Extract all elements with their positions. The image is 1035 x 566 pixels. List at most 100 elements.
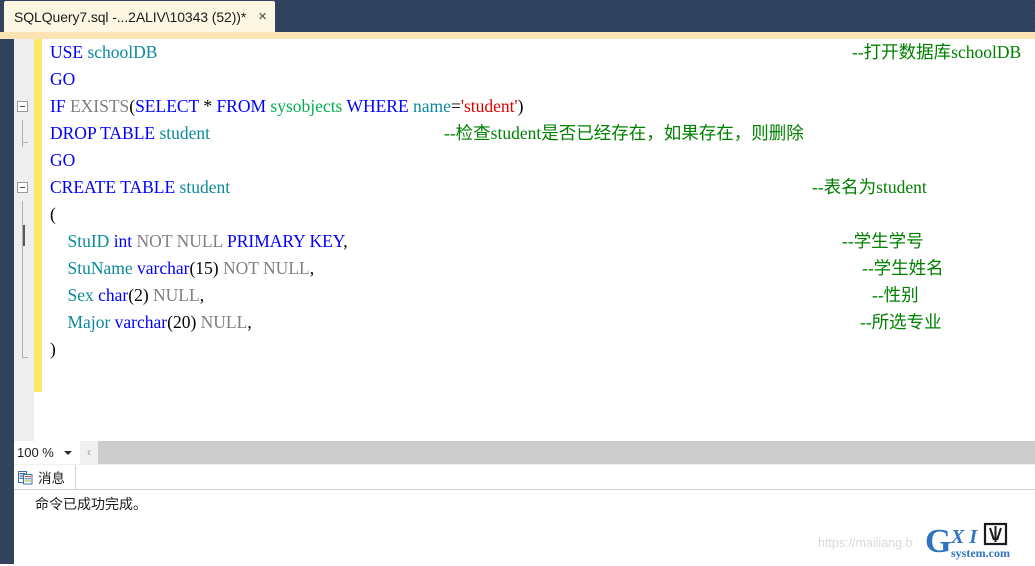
code-token: Major bbox=[67, 312, 111, 332]
svg-text:system.com: system.com bbox=[951, 546, 1010, 560]
window-left-edge bbox=[0, 39, 14, 441]
code-token: schoolDB bbox=[87, 42, 158, 62]
code-token: char bbox=[98, 285, 129, 305]
messages-output[interactable]: 命令已成功完成。 bbox=[14, 490, 1035, 564]
unsaved-change-indicator-bar bbox=[34, 39, 42, 392]
code-token: * bbox=[203, 96, 213, 116]
watermark-logo: G X I system.com bbox=[925, 521, 1033, 561]
code-line: USE schoolDB --打开数据库schoolDB bbox=[42, 39, 1035, 66]
code-line-text: StuID int NOT NULL PRIMARY KEY, bbox=[50, 228, 348, 255]
code-line-text: IF EXISTS(SELECT * FROM sysobjects WHERE… bbox=[50, 93, 524, 120]
tab-well bbox=[0, 32, 1035, 39]
code-line-text: GO bbox=[50, 147, 75, 174]
code-token: varchar bbox=[114, 312, 168, 332]
collapse-region-icon[interactable] bbox=[17, 182, 28, 193]
code-token: NOT bbox=[223, 258, 259, 278]
document-tab-title: SQLQuery7.sql -...2ALIV\10343 (52))* bbox=[14, 8, 247, 25]
editor-status-row: 100 % ‹ bbox=[0, 441, 1035, 465]
code-token: (20) bbox=[167, 312, 197, 332]
collapse-region-icon[interactable] bbox=[17, 101, 28, 112]
code-token: ) bbox=[50, 339, 56, 359]
code-comment: --打开数据库schoolDB bbox=[852, 42, 1022, 62]
code-line: IF EXISTS(SELECT * FROM sysobjects WHERE… bbox=[42, 93, 1035, 120]
scroll-left-button[interactable]: ‹ bbox=[80, 441, 98, 464]
code-token: TABLE bbox=[120, 177, 176, 197]
code-token: TABLE bbox=[100, 123, 156, 143]
code-line-text: Major varchar(20) NULL, bbox=[50, 309, 252, 336]
outlining-end-marker bbox=[22, 142, 28, 143]
code-text-area[interactable]: USE schoolDB --打开数据库schoolDB GO IF EXISTS(S… bbox=[42, 39, 1035, 441]
code-token: , bbox=[247, 312, 252, 332]
code-token: sysobjects bbox=[270, 96, 343, 116]
code-token: NULL bbox=[176, 231, 223, 251]
code-line: ) bbox=[42, 336, 1035, 363]
text-caret bbox=[23, 225, 25, 246]
watermark-url: https://mailiang.b bbox=[818, 536, 913, 550]
code-line: GO bbox=[42, 147, 1035, 174]
svg-text:X I: X I bbox=[950, 526, 978, 548]
code-token: NULL bbox=[200, 312, 248, 332]
code-line: CREATE TABLE student --表名为student bbox=[42, 174, 1035, 201]
code-line-text: DROP TABLE student bbox=[50, 120, 210, 147]
code-comment: --学生学号 bbox=[842, 231, 924, 251]
code-token: = bbox=[450, 96, 461, 116]
zoom-level-dropdown[interactable]: 100 % bbox=[14, 441, 80, 464]
code-token: 'student' bbox=[460, 96, 518, 116]
code-token: name bbox=[413, 96, 451, 116]
code-token: CREATE bbox=[50, 177, 117, 197]
code-line-text: StuName varchar(15) NOT NULL, bbox=[50, 255, 315, 282]
code-comment: --表名为student bbox=[812, 177, 927, 197]
code-line-text: USE schoolDB bbox=[50, 39, 157, 66]
zoom-level-value: 100 % bbox=[17, 445, 54, 460]
code-token: StuID bbox=[67, 231, 110, 251]
code-line: StuName varchar(15) NOT NULL, --学生姓名 bbox=[42, 255, 1035, 282]
code-token: DROP bbox=[50, 123, 97, 143]
chevron-down-icon[interactable] bbox=[64, 451, 72, 455]
code-token: , bbox=[199, 285, 205, 305]
code-token: ( bbox=[50, 204, 56, 224]
code-token: , bbox=[309, 258, 315, 278]
code-line: GO bbox=[42, 66, 1035, 93]
outlining-vertical-line bbox=[22, 309, 23, 336]
code-token: WHERE bbox=[346, 96, 409, 116]
code-token: Sex bbox=[67, 285, 94, 305]
outlining-vertical-line bbox=[22, 201, 23, 228]
code-line: ( bbox=[42, 201, 1035, 228]
code-token: SELECT bbox=[135, 96, 199, 116]
code-token: PRIMARY bbox=[226, 231, 306, 251]
code-token: (15) bbox=[189, 258, 219, 278]
code-token: int bbox=[113, 231, 133, 251]
code-token: StuName bbox=[67, 258, 133, 278]
tab-messages[interactable]: 消息 bbox=[14, 465, 76, 489]
ssms-window: SQLQuery7.sql -...2ALIV\10343 (52))* × U… bbox=[0, 0, 1035, 564]
code-comment: --所选专业 bbox=[860, 312, 942, 332]
horizontal-scrollbar[interactable] bbox=[98, 441, 1035, 464]
code-line: DROP TABLE student --检查student是否已经存在，如果存在… bbox=[42, 120, 1035, 147]
code-line: Major varchar(20) NULL, --所选专业 bbox=[42, 309, 1035, 336]
code-line: StuID int NOT NULL PRIMARY KEY, --学生学号 bbox=[42, 228, 1035, 255]
messages-icon bbox=[18, 470, 33, 485]
results-left-edge bbox=[0, 465, 14, 564]
code-token: student bbox=[159, 123, 211, 143]
code-line: Sex char(2) NULL, --性别 bbox=[42, 282, 1035, 309]
document-tab-sqlquery7[interactable]: SQLQuery7.sql -...2ALIV\10343 (52))* × bbox=[4, 1, 275, 32]
code-token: ) bbox=[517, 96, 524, 116]
close-icon[interactable]: × bbox=[258, 9, 267, 24]
code-token: (2) bbox=[128, 285, 149, 305]
code-token: student bbox=[179, 177, 231, 197]
code-token: NOT bbox=[136, 231, 173, 251]
code-token: NULL bbox=[153, 285, 200, 305]
code-token: varchar bbox=[137, 258, 190, 278]
svg-text:G: G bbox=[925, 523, 951, 560]
code-line-text: Sex char(2) NULL, bbox=[50, 282, 205, 309]
change-bar-empty-region bbox=[34, 392, 42, 441]
code-token: KEY bbox=[309, 231, 344, 251]
outlining-vertical-line bbox=[22, 336, 23, 357]
outlining-end-marker bbox=[22, 357, 28, 358]
code-comment: --学生姓名 bbox=[862, 258, 944, 278]
sql-editor[interactable]: USE schoolDB --打开数据库schoolDB GO IF EXISTS(S… bbox=[0, 39, 1035, 441]
code-line-text: GO bbox=[50, 66, 75, 93]
